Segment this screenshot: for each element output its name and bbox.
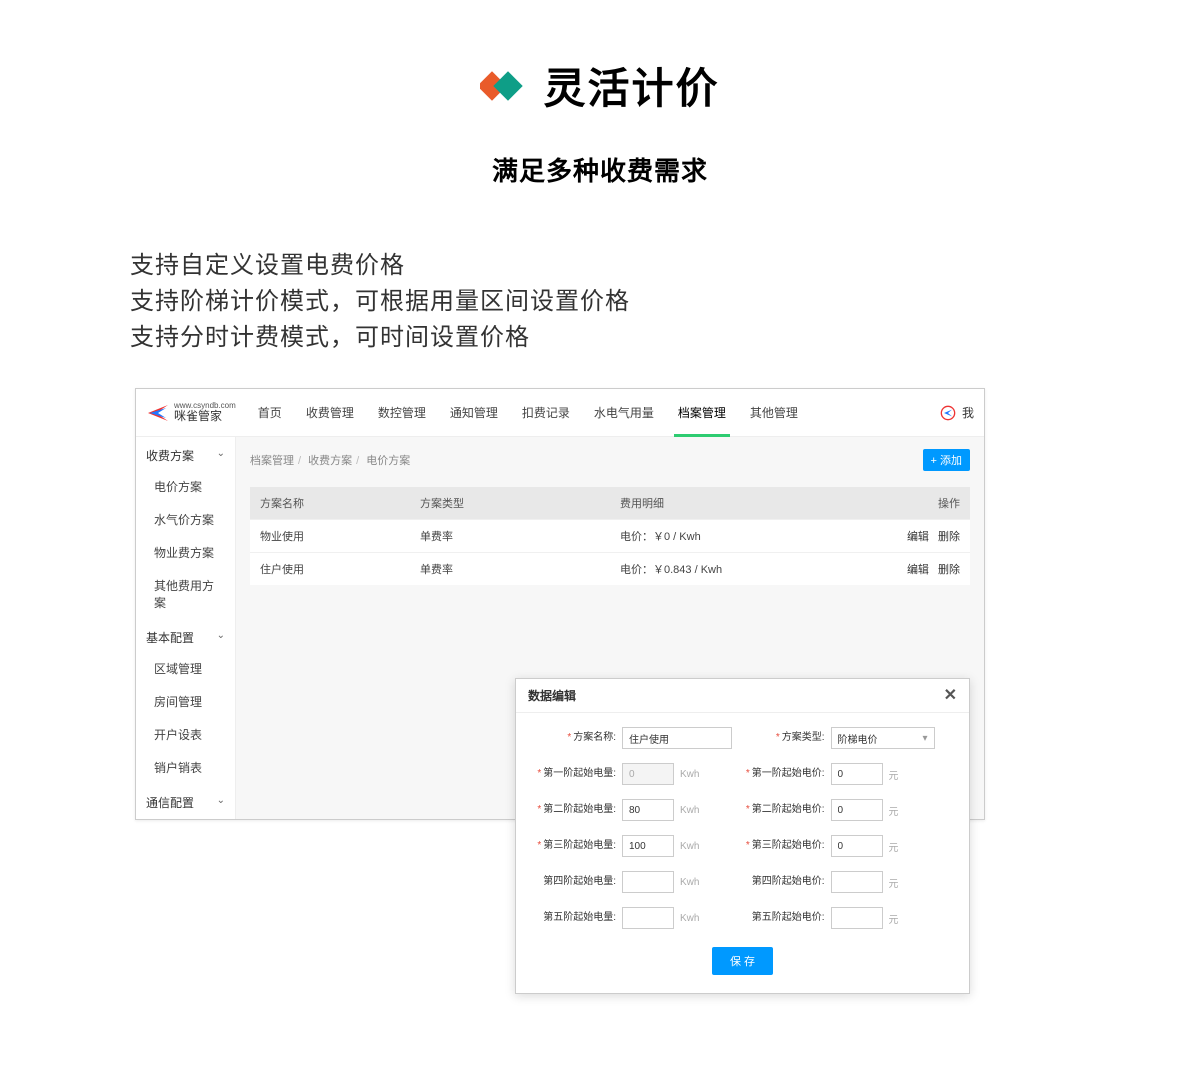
tier4-price-label: 第四阶起始电价:	[752, 876, 825, 887]
tier4-price-input[interactable]	[831, 871, 883, 893]
sidebar-item-room[interactable]: 房间管理	[136, 685, 235, 718]
desc-line-2: 支持阶梯计价模式，可根据用量区间设置价格	[130, 284, 1200, 320]
desc-line-3: 支持分时计费模式，可时间设置价格	[130, 320, 1200, 356]
plan-name-input[interactable]	[622, 727, 732, 749]
brand-logo-icon	[146, 401, 170, 425]
crumb-0[interactable]: 档案管理	[250, 455, 294, 467]
tier3-qty-input[interactable]	[622, 835, 674, 857]
sidebar-group-label: 通信配置	[146, 796, 194, 810]
user-label[interactable]: 我	[962, 404, 974, 421]
nav-usage[interactable]: 水电气用量	[582, 389, 666, 437]
user-icon	[940, 405, 956, 421]
nav-billing[interactable]: 收费管理	[294, 389, 366, 437]
plan-table: 方案名称 方案类型 费用明细 操作 物业使用 单费率 电价：￥0 / Kwh 编…	[250, 487, 970, 585]
unit-kwh: Kwh	[680, 769, 699, 780]
brand: www.csyndb.com 咪雀管家	[146, 401, 236, 425]
th-name: 方案名称	[260, 495, 420, 511]
unit-yuan: 元	[889, 839, 899, 854]
tier2-price-label: 第二阶起始电价:	[752, 804, 825, 815]
tier1-qty-label: 第一阶起始电量:	[543, 768, 616, 779]
plan-type-select[interactable]: 阶梯电价	[831, 727, 935, 749]
sidebar-item-open[interactable]: 开户设表	[136, 718, 235, 751]
tier3-price-label: 第三阶起始电价:	[752, 840, 825, 851]
td-type: 单费率	[420, 561, 620, 577]
row-delete[interactable]: 删除	[938, 564, 960, 576]
unit-kwh: Kwh	[680, 913, 699, 924]
breadcrumb: 档案管理/ 收费方案/ 电价方案	[250, 452, 410, 468]
row-edit[interactable]: 编辑	[907, 531, 929, 543]
nav-home[interactable]: 首页	[246, 389, 294, 437]
unit-yuan: 元	[889, 875, 899, 890]
chevron-down-icon: ⌄	[217, 448, 225, 459]
tier1-qty-input	[622, 763, 674, 785]
save-button[interactable]: 保 存	[712, 947, 773, 975]
tier5-qty-input[interactable]	[622, 907, 674, 929]
tier5-price-input[interactable]	[831, 907, 883, 929]
nav-notify[interactable]: 通知管理	[438, 389, 510, 437]
td-detail: 电价：￥0.843 / Kwh	[620, 561, 870, 577]
unit-kwh: Kwh	[680, 805, 699, 816]
row-edit[interactable]: 编辑	[907, 564, 929, 576]
hero-subtitle: 满足多种收费需求	[0, 151, 1200, 188]
tier4-qty-label: 第四阶起始电量:	[543, 876, 616, 887]
th-ops: 操作	[870, 495, 960, 511]
td-type: 单费率	[420, 528, 620, 544]
unit-kwh: Kwh	[680, 877, 699, 888]
tier2-price-input[interactable]	[831, 799, 883, 821]
modal-title: 数据编辑	[528, 687, 576, 704]
td-name: 物业使用	[260, 528, 420, 544]
sidebar-item-area[interactable]: 区域管理	[136, 652, 235, 685]
modal-name-label: 方案名称:	[573, 732, 616, 743]
sidebar-item-close[interactable]: 销户销表	[136, 751, 235, 784]
row-delete[interactable]: 删除	[938, 531, 960, 543]
tier4-qty-input[interactable]	[622, 871, 674, 893]
add-button[interactable]: + 添加	[923, 449, 970, 471]
tier5-qty-label: 第五阶起始电量:	[543, 912, 616, 923]
close-icon[interactable]: ✕	[944, 688, 957, 704]
tier3-price-input[interactable]	[831, 835, 883, 857]
sidebar: 收费方案 ⌄ 电价方案 水气价方案 物业费方案 其他费用方案 基本配置 ⌄ 区域…	[136, 437, 236, 819]
crumb-2[interactable]: 电价方案	[366, 455, 410, 467]
tier5-price-label: 第五阶起始电价:	[752, 912, 825, 923]
unit-yuan: 元	[889, 911, 899, 926]
top-nav: www.csyndb.com 咪雀管家 首页 收费管理 数控管理 通知管理 扣费…	[136, 389, 984, 437]
nav-archive[interactable]: 档案管理	[666, 389, 738, 437]
edit-modal: 数据编辑 ✕ *方案名称: *方案类型: 阶梯电价 *第一阶起始电量: Kwh …	[515, 678, 970, 994]
crumb-1[interactable]: 收费方案	[308, 455, 352, 467]
sidebar-item-otherfee[interactable]: 其他费用方案	[136, 569, 235, 619]
td-detail: 电价：￥0 / Kwh	[620, 528, 870, 544]
sidebar-group-comm[interactable]: 通信配置 ⌄	[136, 784, 235, 817]
sidebar-item-property[interactable]: 物业费方案	[136, 536, 235, 569]
tier1-price-input[interactable]	[831, 763, 883, 785]
chevron-down-icon: ⌄	[217, 630, 225, 641]
nav-other[interactable]: 其他管理	[738, 389, 810, 437]
unit-kwh: Kwh	[680, 841, 699, 852]
th-type: 方案类型	[420, 495, 620, 511]
tier2-qty-label: 第二阶起始电量:	[543, 804, 616, 815]
unit-yuan: 元	[889, 803, 899, 818]
sidebar-item-watergas[interactable]: 水气价方案	[136, 503, 235, 536]
sidebar-group-label: 收费方案	[146, 449, 194, 463]
sidebar-group-billing[interactable]: 收费方案 ⌄	[136, 437, 235, 470]
unit-yuan: 元	[889, 767, 899, 782]
desc-line-1: 支持自定义设置电费价格	[130, 248, 1200, 284]
nav-deduction[interactable]: 扣费记录	[510, 389, 582, 437]
tier1-price-label: 第一阶起始电价:	[752, 768, 825, 779]
tier3-qty-label: 第三阶起始电量:	[543, 840, 616, 851]
table-row: 物业使用 单费率 电价：￥0 / Kwh 编辑 删除	[250, 519, 970, 552]
tier2-qty-input[interactable]	[622, 799, 674, 821]
hero-title: 灵活计价	[543, 55, 719, 116]
sidebar-group-basic[interactable]: 基本配置 ⌄	[136, 619, 235, 652]
sidebar-item-electric[interactable]: 电价方案	[136, 470, 235, 503]
plan-type-value: 阶梯电价	[838, 731, 878, 746]
th-detail: 费用明细	[620, 495, 870, 511]
sidebar-group-label: 基本配置	[146, 631, 194, 645]
td-name: 住户使用	[260, 561, 420, 577]
modal-type-label: 方案类型:	[782, 732, 825, 743]
nav-control[interactable]: 数控管理	[366, 389, 438, 437]
brand-name: 咪雀管家	[174, 409, 222, 423]
chevron-down-icon: ⌄	[217, 795, 225, 806]
table-row: 住户使用 单费率 电价：￥0.843 / Kwh 编辑 删除	[250, 552, 970, 585]
brand-diamonds-icon	[480, 66, 528, 106]
